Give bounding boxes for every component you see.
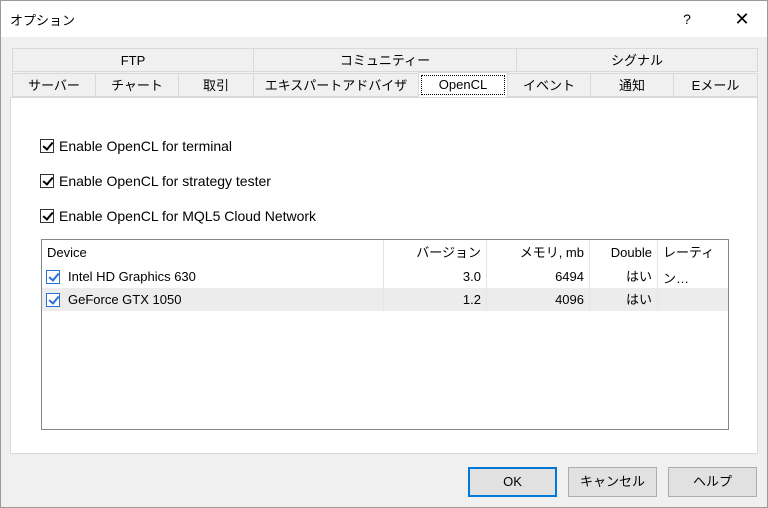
tab-expert-advisors[interactable]: エキスパートアドバイザ <box>253 73 419 97</box>
checkbox-icon[interactable] <box>40 209 54 223</box>
version-cell: 1.2 <box>384 288 487 311</box>
table-row[interactable]: Intel HD Graphics 630 3.0 6494 はい <box>42 265 728 288</box>
check-label: Enable OpenCL for terminal <box>59 138 233 154</box>
tab-trade[interactable]: 取引 <box>178 73 254 97</box>
help-icon[interactable]: ? <box>669 1 705 37</box>
tab-opencl[interactable]: OpenCL <box>418 72 508 98</box>
device-cell: Intel HD Graphics 630 <box>42 265 384 288</box>
cancel-button[interactable]: キャンセル <box>568 467 657 497</box>
checkbox-icon[interactable] <box>40 174 54 188</box>
header-memory[interactable]: メモリ, mb <box>487 240 590 266</box>
check-cloud-network[interactable]: Enable OpenCL for MQL5 Cloud Network <box>40 207 316 225</box>
tab-notifications[interactable]: 通知 <box>590 73 674 97</box>
checkbox-icon[interactable] <box>46 292 60 307</box>
version-cell: 3.0 <box>384 265 487 288</box>
tab-email[interactable]: Eメール <box>673 73 758 97</box>
help-button[interactable]: ヘルプ <box>668 467 757 497</box>
memory-cell: 6494 <box>487 265 590 288</box>
tab-charts[interactable]: チャート <box>95 73 179 97</box>
header-rating[interactable]: レーティン… <box>658 240 728 286</box>
tab-signals[interactable]: シグナル <box>516 48 758 72</box>
tab-server[interactable]: サーバー <box>12 73 96 97</box>
check-terminal[interactable]: Enable OpenCL for terminal <box>40 137 232 155</box>
header-version[interactable]: バージョン <box>384 240 487 266</box>
check-label: Enable OpenCL for MQL5 Cloud Network <box>59 208 317 224</box>
table-row[interactable]: GeForce GTX 1050 1.2 4096 はい <box>42 288 728 311</box>
checkbox-icon[interactable] <box>46 269 60 284</box>
memory-cell: 4096 <box>487 288 590 311</box>
double-cell: はい <box>590 265 658 288</box>
double-cell: はい <box>590 288 658 311</box>
device-cell: GeForce GTX 1050 <box>42 288 384 311</box>
options-dialog: オプション ? ✕ FTP コミュニティー シグナル サーバー チャート 取引 … <box>0 0 768 508</box>
tab-ftp[interactable]: FTP <box>12 48 254 72</box>
device-name: GeForce GTX 1050 <box>68 292 182 307</box>
checkbox-icon[interactable] <box>40 139 54 153</box>
dialog-title: オプション <box>10 13 76 28</box>
tab-community[interactable]: コミュニティー <box>253 48 517 72</box>
device-list[interactable]: Device バージョン メモリ, mb Double レーティン… Intel… <box>41 239 729 430</box>
check-strategy-tester[interactable]: Enable OpenCL for strategy tester <box>40 172 271 190</box>
check-label: Enable OpenCL for strategy tester <box>59 173 271 189</box>
close-icon[interactable]: ✕ <box>719 1 765 37</box>
rating-cell <box>658 265 728 288</box>
device-name: Intel HD Graphics 630 <box>68 269 196 284</box>
tab-events[interactable]: イベント <box>507 73 591 97</box>
header-device[interactable]: Device <box>42 240 384 266</box>
ok-button[interactable]: OK <box>468 467 557 497</box>
title-bar: オプション ? ✕ <box>1 1 767 37</box>
header-double[interactable]: Double <box>590 240 658 266</box>
rating-cell <box>658 288 728 311</box>
